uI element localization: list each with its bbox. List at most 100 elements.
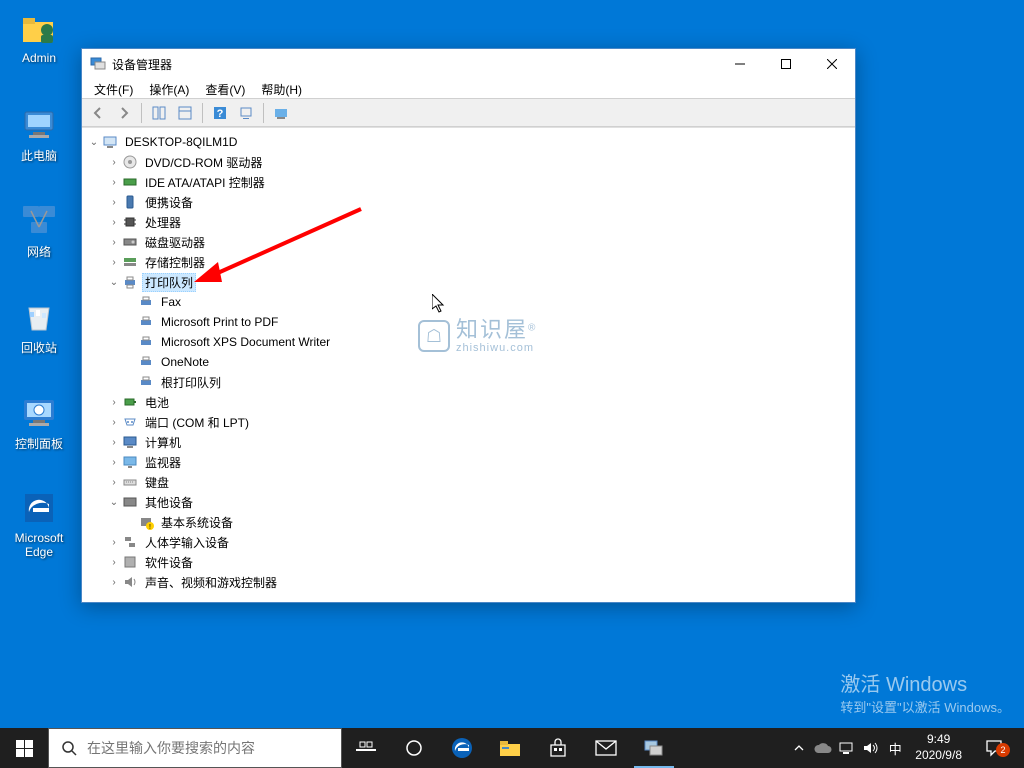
computer-node-icon xyxy=(122,434,138,450)
expand-icon[interactable]: › xyxy=(106,574,122,590)
device-tree[interactable]: ⌄DESKTOP-8QILM1D ›DVD/CD-ROM 驱动器 ›IDE AT… xyxy=(82,127,855,602)
taskbar-mail[interactable] xyxy=(582,728,630,768)
expand-icon[interactable]: › xyxy=(106,254,122,270)
tree-node-keyboard[interactable]: ›键盘 xyxy=(82,472,855,492)
desktop-icon-admin[interactable]: Admin xyxy=(2,8,76,65)
tree-node-onenote[interactable]: OneNote xyxy=(82,352,855,372)
desktop-icon-label: 此电脑 xyxy=(2,147,76,164)
tree-node-monitor[interactable]: ›监视器 xyxy=(82,452,855,472)
expand-icon[interactable]: › xyxy=(106,394,122,410)
network-icon xyxy=(19,200,59,240)
minimize-button[interactable] xyxy=(717,49,763,79)
cpu-icon xyxy=(122,214,138,230)
collapse-icon[interactable]: ⌄ xyxy=(106,274,122,290)
desktop-icon-this-pc[interactable]: 此电脑 xyxy=(2,104,76,164)
expand-icon[interactable]: › xyxy=(106,234,122,250)
taskbar-device-manager[interactable] xyxy=(630,728,678,768)
toolbar-back[interactable] xyxy=(86,101,110,125)
tree-node-storage[interactable]: ›存储控制器 xyxy=(82,252,855,272)
tree-node-portable[interactable]: ›便携设备 xyxy=(82,192,855,212)
tray-volume-icon[interactable] xyxy=(859,728,883,768)
titlebar[interactable]: 设备管理器 xyxy=(82,49,855,79)
unknown-device-icon: ! xyxy=(138,514,154,530)
task-view-button[interactable] xyxy=(342,728,390,768)
search-input[interactable] xyxy=(87,740,329,756)
tree-node-base-system[interactable]: !基本系统设备 xyxy=(82,512,855,532)
toolbar-show-hide-tree[interactable] xyxy=(147,101,171,125)
desktop-icon-label: Microsoft Edge xyxy=(2,531,76,559)
expand-icon[interactable]: › xyxy=(106,454,122,470)
disk-drive-icon xyxy=(122,234,138,250)
menu-action[interactable]: 操作(A) xyxy=(141,79,197,98)
desktop-icon-network[interactable]: 网络 xyxy=(2,200,76,260)
collapse-icon[interactable]: ⌄ xyxy=(106,494,122,510)
desktop-icon-control-panel[interactable]: 控制面板 xyxy=(2,392,76,452)
printer-icon xyxy=(138,314,154,330)
battery-icon xyxy=(122,394,138,410)
expand-icon[interactable]: › xyxy=(106,554,122,570)
tray-network-icon[interactable] xyxy=(835,728,859,768)
device-manager-icon xyxy=(90,56,106,72)
tree-node-hid[interactable]: ›人体学输入设备 xyxy=(82,532,855,552)
desktop-icon-label: 回收站 xyxy=(2,339,76,356)
toolbar-properties[interactable] xyxy=(173,101,197,125)
tree-root[interactable]: ⌄DESKTOP-8QILM1D xyxy=(82,132,855,152)
ide-controller-icon xyxy=(122,174,138,190)
expand-icon[interactable]: › xyxy=(106,474,122,490)
expand-icon[interactable]: › xyxy=(106,434,122,450)
start-button[interactable] xyxy=(0,728,48,768)
tray-clock[interactable]: 9:49 2020/9/8 xyxy=(907,732,970,763)
taskbar-search[interactable] xyxy=(48,728,342,768)
tree-node-print-pdf[interactable]: Microsoft Print to PDF xyxy=(82,312,855,332)
tray-notifications[interactable]: 2 xyxy=(970,739,1018,757)
menu-file[interactable]: 文件(F) xyxy=(86,79,141,98)
expand-icon[interactable]: › xyxy=(106,214,122,230)
expand-icon[interactable]: › xyxy=(106,414,122,430)
toolbar-help[interactable]: ? xyxy=(208,101,232,125)
tray-chevron-up[interactable] xyxy=(787,728,811,768)
expand-icon[interactable]: › xyxy=(106,174,122,190)
tree-node-computer[interactable]: ›计算机 xyxy=(82,432,855,452)
tree-node-port[interactable]: ›端口 (COM 和 LPT) xyxy=(82,412,855,432)
taskbar-store[interactable] xyxy=(534,728,582,768)
port-icon xyxy=(122,414,138,430)
svg-text:!: ! xyxy=(149,524,151,530)
tree-node-other[interactable]: ⌄其他设备 xyxy=(82,492,855,512)
tree-node-cpu[interactable]: ›处理器 xyxy=(82,212,855,232)
menu-help[interactable]: 帮助(H) xyxy=(253,79,310,98)
menu-view[interactable]: 查看(V) xyxy=(197,79,253,98)
hid-icon xyxy=(122,534,138,550)
cortana-button[interactable] xyxy=(390,728,438,768)
tree-node-dvd[interactable]: ›DVD/CD-ROM 驱动器 xyxy=(82,152,855,172)
tree-node-disk[interactable]: ›磁盘驱动器 xyxy=(82,232,855,252)
expand-icon[interactable]: › xyxy=(106,194,122,210)
toolbar-forward[interactable] xyxy=(112,101,136,125)
expand-icon[interactable]: › xyxy=(106,534,122,550)
desktop-icon-edge[interactable]: Microsoft Edge xyxy=(2,488,76,559)
tree-node-print-queue[interactable]: ⌄打印队列 xyxy=(82,272,855,292)
tray-onedrive-icon[interactable] xyxy=(811,728,835,768)
tree-node-battery[interactable]: ›电池 xyxy=(82,392,855,412)
toolbar-update[interactable] xyxy=(269,101,293,125)
desktop-icon-recycle-bin[interactable]: 回收站 xyxy=(2,296,76,356)
maximize-button[interactable] xyxy=(763,49,809,79)
tree-node-fax[interactable]: Fax xyxy=(82,292,855,312)
control-panel-icon xyxy=(19,392,59,432)
tree-node-root-print[interactable]: 根打印队列 xyxy=(82,372,855,392)
disc-drive-icon xyxy=(122,154,138,170)
close-button[interactable] xyxy=(809,49,855,79)
tray-ime[interactable]: 中 xyxy=(883,728,907,768)
taskbar-file-explorer[interactable] xyxy=(486,728,534,768)
tree-node-audio[interactable]: ›声音、视频和游戏控制器 xyxy=(82,572,855,592)
expand-icon[interactable]: › xyxy=(106,154,122,170)
taskbar-edge[interactable] xyxy=(438,728,486,768)
toolbar-scan[interactable] xyxy=(234,101,258,125)
software-device-icon xyxy=(122,554,138,570)
tree-node-xps[interactable]: Microsoft XPS Document Writer xyxy=(82,332,855,352)
printer-icon xyxy=(138,374,154,390)
portable-device-icon xyxy=(122,194,138,210)
tree-node-software[interactable]: ›软件设备 xyxy=(82,552,855,572)
tree-node-ide[interactable]: ›IDE ATA/ATAPI 控制器 xyxy=(82,172,855,192)
desktop-icon-label: 控制面板 xyxy=(2,435,76,452)
expand-icon[interactable]: ⌄ xyxy=(86,134,102,150)
